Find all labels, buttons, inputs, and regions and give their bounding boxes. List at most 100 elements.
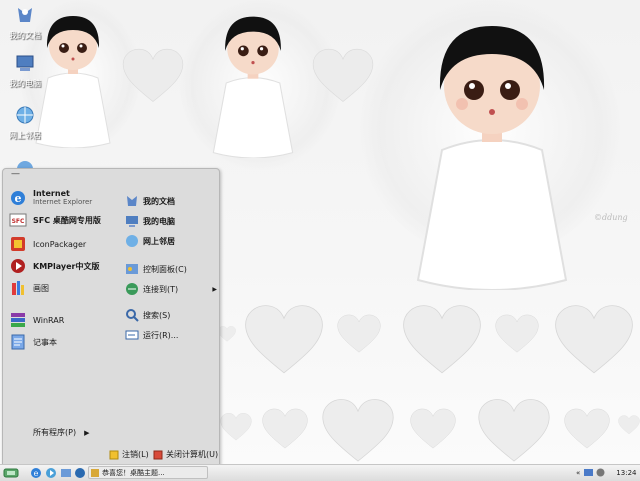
heart-decoration <box>220 413 252 441</box>
heart-decoration <box>312 48 374 102</box>
volume-tray-icon[interactable] <box>596 468 605 477</box>
place-label: 运行(R)... <box>143 330 179 340</box>
search-icon <box>126 309 139 322</box>
computer-icon <box>16 55 34 71</box>
heart-decoration <box>245 305 323 374</box>
heart-decoration <box>122 48 184 102</box>
place-label: 网上邻居 <box>143 236 175 246</box>
svg-text:e: e <box>15 192 22 205</box>
svg-text:SFC: SFC <box>12 218 25 225</box>
quicklaunch-desktop-icon[interactable] <box>60 467 72 479</box>
place-connect-to[interactable]: 连接到(T) ▶ <box>125 279 217 299</box>
window-icon <box>91 468 99 477</box>
doll-right <box>416 26 568 290</box>
recent-label: IconPackager <box>33 239 87 249</box>
ie-icon: e <box>11 191 25 205</box>
pinned-title: Internet <box>33 189 70 198</box>
start-button[interactable] <box>2 467 20 479</box>
heart-decoration <box>410 408 456 449</box>
computer-icon <box>126 216 138 227</box>
wallpaper-watermark: ©ddung <box>594 213 628 222</box>
recent-label: 记事本 <box>33 337 57 347</box>
heart-decoration <box>478 399 550 462</box>
start-menu: — e Internet Internet Explorer SFC SFC 桌酷… <box>2 168 220 466</box>
recent-label: WinRAR <box>33 315 65 325</box>
quicklaunch-app-icon[interactable] <box>74 467 86 479</box>
place-label: 控制面板(C) <box>143 264 187 274</box>
power-icon <box>153 450 163 459</box>
connect-icon <box>126 283 138 295</box>
all-programs-button[interactable]: 所有程序(P) ▶ <box>33 427 89 438</box>
start-menu-footer: 注销(L) 关闭计算机(U) <box>3 445 219 465</box>
control-panel-icon <box>126 264 138 274</box>
recent-iconpackager[interactable]: IconPackager <box>9 233 117 255</box>
heart-decoration <box>337 314 381 353</box>
heart-decoration <box>495 314 539 353</box>
paint-icon <box>12 281 24 295</box>
documents-icon <box>127 196 137 206</box>
kmplayer-icon <box>11 259 25 273</box>
desktop-icon-label: 我的电脑 <box>9 79 41 88</box>
place-my-documents[interactable]: 我的文档 <box>125 191 217 211</box>
doll-middle <box>212 16 294 158</box>
place-run[interactable]: 运行(R)... <box>125 325 217 345</box>
place-network[interactable]: 网上邻居 <box>125 231 217 251</box>
start-menu-left-pane: e Internet Internet Explorer SFC SFC 桌酷网专… <box>9 187 117 353</box>
desktop-icon-network-places[interactable]: 网上邻居 <box>4 104 46 141</box>
place-label: 我的文档 <box>143 196 175 206</box>
recent-label: KMPlayer中文版 <box>33 261 100 271</box>
place-label: 搜索(S) <box>143 310 171 320</box>
clock[interactable]: 13:24 <box>616 469 636 477</box>
desktop-icon-my-documents[interactable]: 我的文档 <box>4 4 46 41</box>
heart-decoration <box>218 326 236 342</box>
pinned-title: SFC 桌酷网专用版 <box>33 215 101 225</box>
quicklaunch-ie-icon[interactable]: e <box>30 467 42 479</box>
tray-expand-icon[interactable]: « <box>576 469 580 477</box>
recent-notepad[interactable]: 记事本 <box>9 331 117 353</box>
heart-decoration <box>564 408 610 449</box>
desktop-icon-label: 我的文档 <box>9 31 41 40</box>
all-programs-label: 所有程序(P) <box>33 428 77 437</box>
run-icon <box>125 330 139 340</box>
pinned-sfc[interactable]: SFC SFC 桌酷网专用版 <box>9 209 117 231</box>
shutdown-button[interactable]: 关闭计算机(U) <box>153 449 218 460</box>
chevron-right-icon: ▶ <box>212 285 217 293</box>
start-menu-header: — <box>3 169 219 181</box>
chevron-right-icon: ▶ <box>84 428 90 437</box>
place-label: 连接到(T) <box>143 284 179 294</box>
desktop-icon-my-computer[interactable]: 我的电脑 <box>4 52 46 89</box>
pinned-internet[interactable]: e Internet Internet Explorer <box>9 187 117 209</box>
heart-decoration <box>262 408 308 449</box>
heart-decoration <box>618 415 640 435</box>
shutdown-label: 关闭计算机(U) <box>166 450 219 459</box>
heart-decoration <box>555 305 633 374</box>
start-menu-right-pane: 我的文档 我的电脑 网上邻居 控制面板(C) 连接到(T) ▶ 搜索(S) 运行… <box>125 191 217 345</box>
desktop-icon-label: 网上邻居 <box>9 131 41 140</box>
place-search[interactable]: 搜索(S) <box>125 305 217 325</box>
documents-icon <box>18 8 32 22</box>
heart-decoration <box>403 305 481 374</box>
logoff-button[interactable]: 注销(L) <box>109 449 149 460</box>
svg-text:e: e <box>34 469 39 478</box>
taskbar-task-button[interactable]: 恭喜您！桌酷主题... <box>88 466 208 479</box>
place-my-computer[interactable]: 我的电脑 <box>125 211 217 231</box>
task-label: 恭喜您！桌酷主题... <box>102 468 165 477</box>
heart-decoration <box>322 399 394 462</box>
recent-winrar[interactable]: WinRAR <box>9 309 117 331</box>
place-label: 我的电脑 <box>143 216 175 226</box>
logoff-label: 注销(L) <box>122 450 149 459</box>
network-icon <box>126 235 138 247</box>
place-control-panel[interactable]: 控制面板(C) <box>125 259 217 279</box>
quicklaunch-media-icon[interactable] <box>45 467 57 479</box>
recent-label: 画图 <box>33 283 49 293</box>
sfc-icon: SFC <box>9 213 27 227</box>
user-name: — <box>11 169 20 179</box>
system-tray: « 13:24 <box>576 466 638 479</box>
notepad-icon <box>11 334 25 350</box>
network-tray-icon[interactable] <box>584 468 594 477</box>
recent-kmplayer[interactable]: KMPlayer中文版 <box>9 255 117 277</box>
recent-paint[interactable]: 画图 <box>9 277 117 299</box>
winrar-icon <box>11 313 25 327</box>
network-icon <box>16 106 34 124</box>
logoff-icon <box>109 450 119 459</box>
